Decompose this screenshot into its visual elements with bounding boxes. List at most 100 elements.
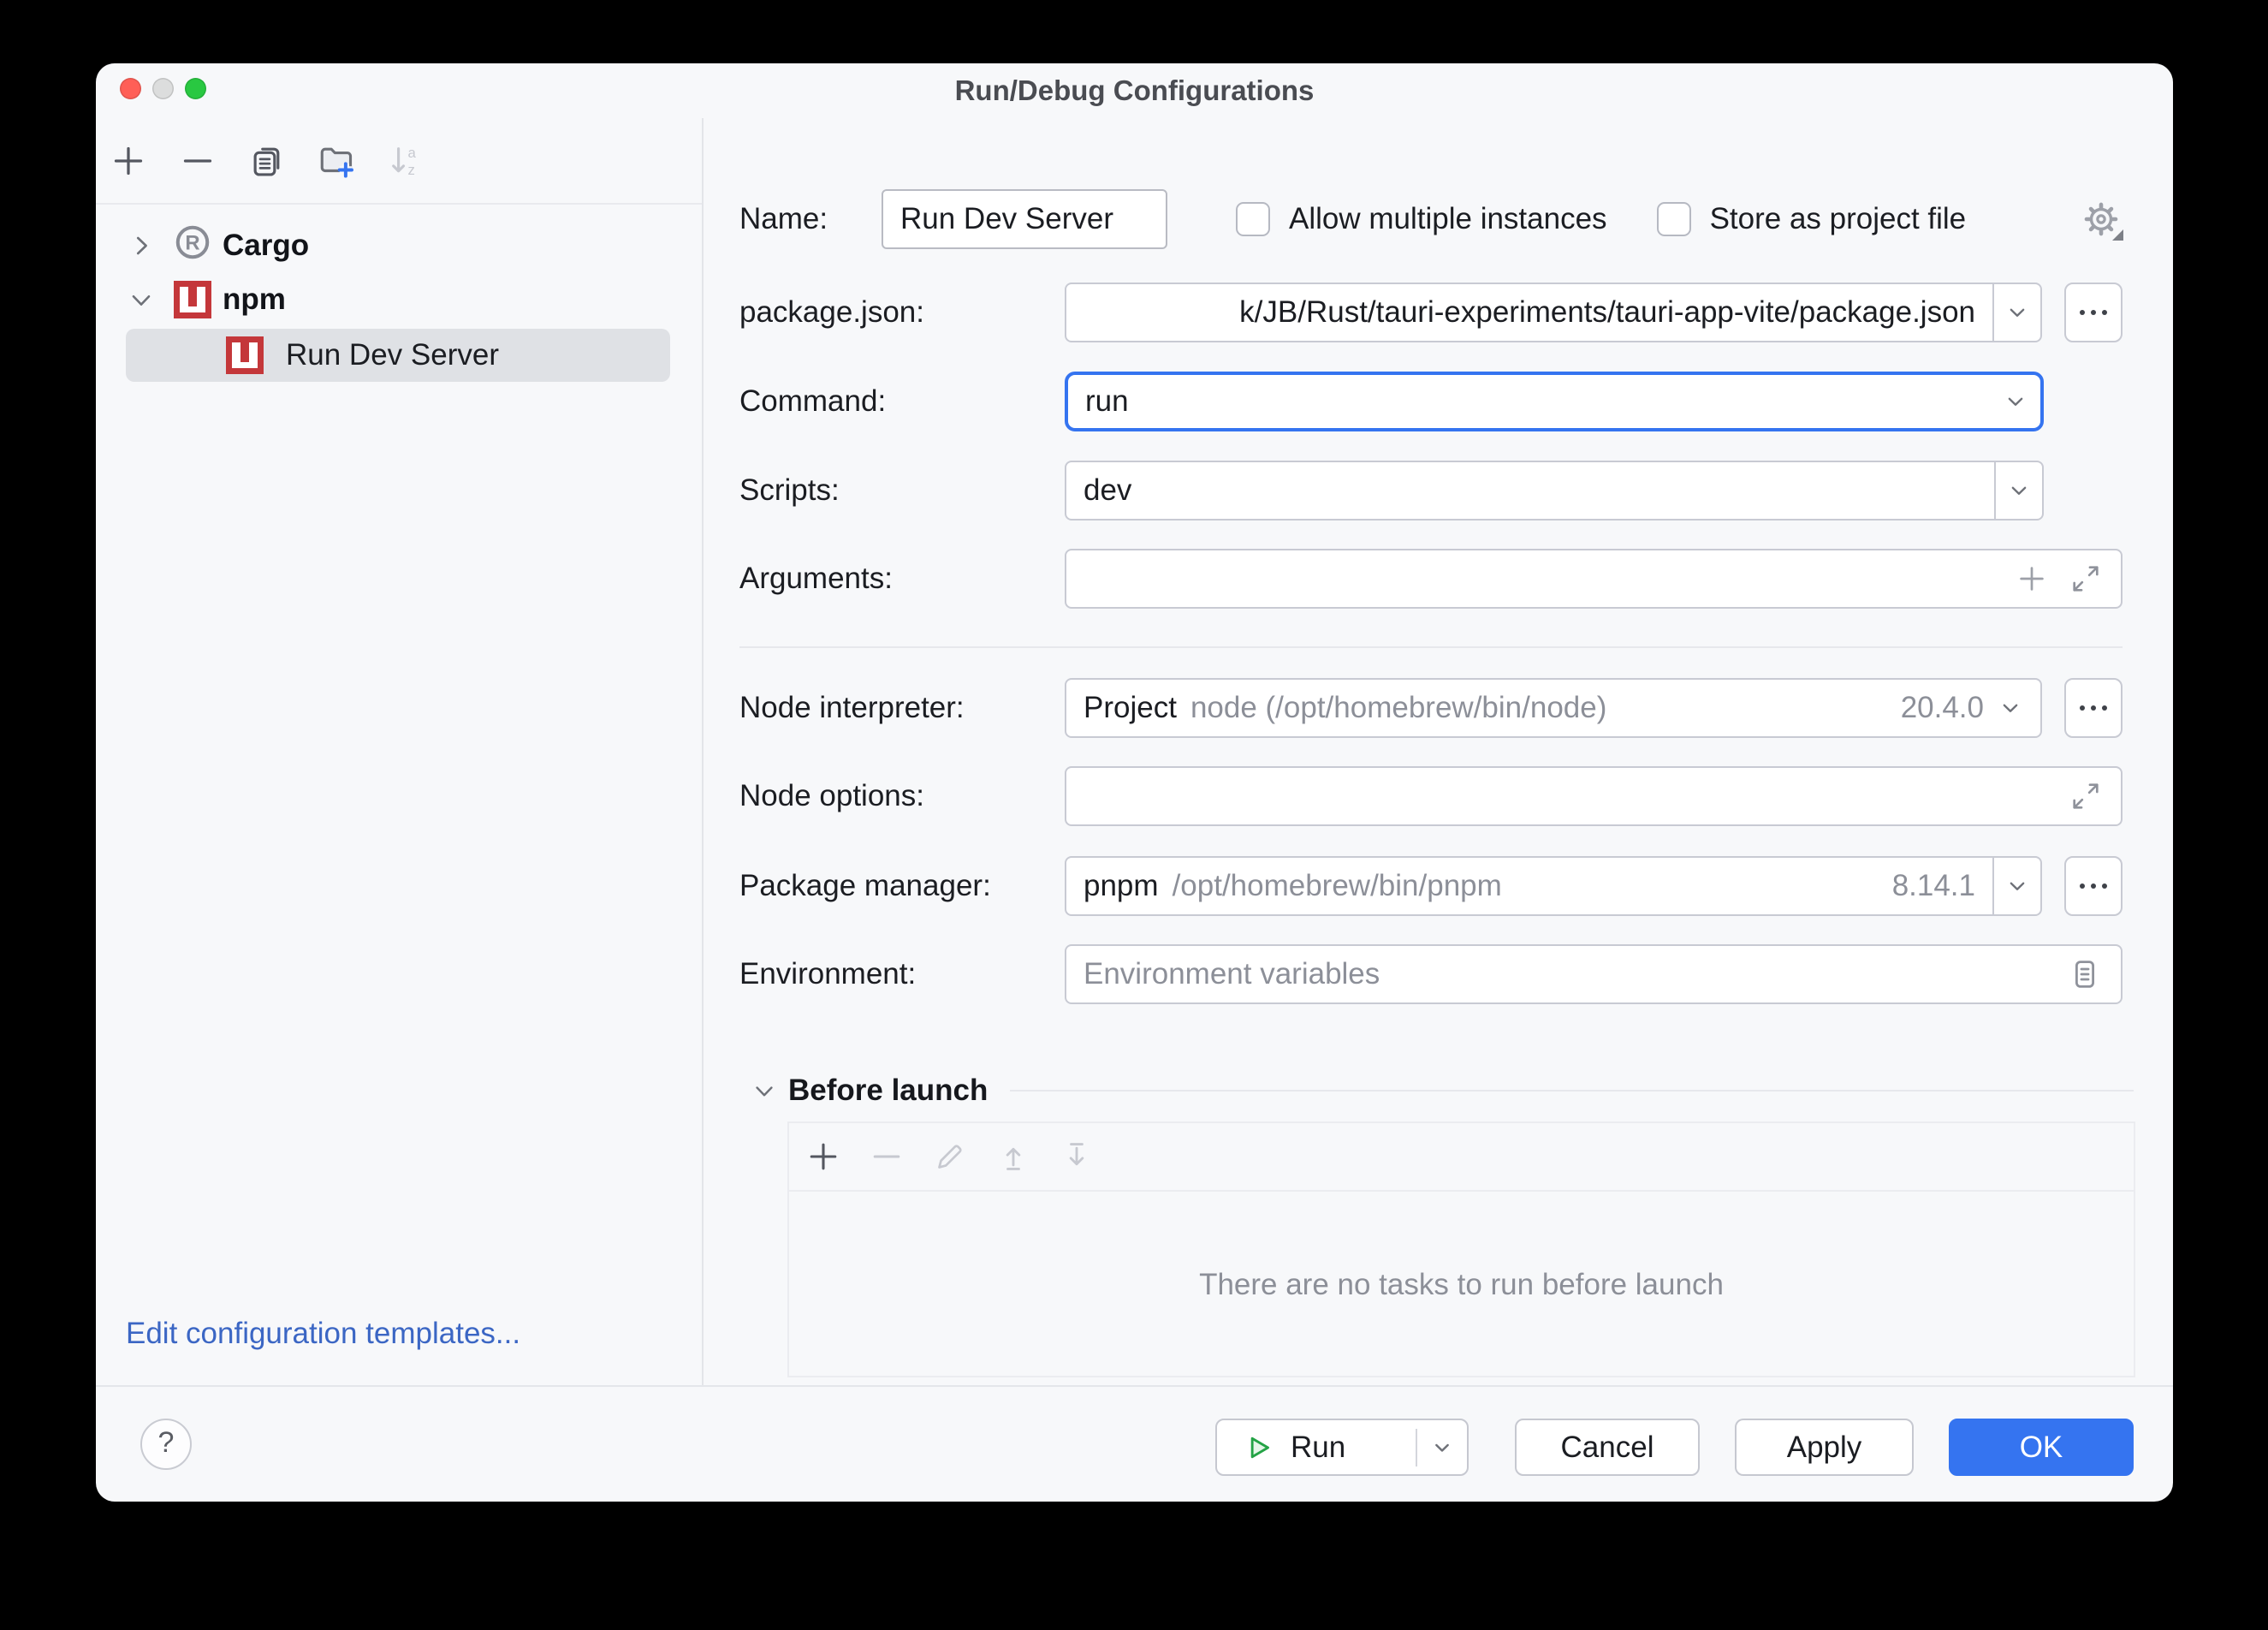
tree-item-label: npm xyxy=(223,283,286,317)
chevron-down-icon[interactable] xyxy=(752,1079,776,1103)
package-json-combobox[interactable]: k/JB/Rust/tauri-experiments/tauri-app-vi… xyxy=(1065,283,2042,342)
titlebar: Run/Debug Configurations xyxy=(96,63,2173,118)
command-combobox[interactable]: run xyxy=(1065,372,2044,431)
allow-multiple-instances-label[interactable]: Allow multiple instances xyxy=(1289,202,1607,236)
store-as-project-file-label[interactable]: Store as project file xyxy=(1710,202,1967,236)
new-folder-icon xyxy=(317,141,356,181)
node-interpreter-combobox[interactable]: Project node (/opt/homebrew/bin/node) 20… xyxy=(1065,678,2042,738)
package-manager-version: 8.14.1 xyxy=(1892,869,1975,903)
configurations-sidebar: a z R Cargo npm xyxy=(96,118,704,1387)
add-task-button[interactable] xyxy=(804,1138,842,1175)
command-label: Command: xyxy=(739,384,1065,419)
tree-item-npm[interactable]: npm xyxy=(128,273,286,326)
node-options-row: Node options: xyxy=(739,766,2123,826)
scripts-combobox[interactable]: dev xyxy=(1065,461,2044,521)
arguments-input[interactable] xyxy=(1065,549,2123,609)
expand-icon[interactable] xyxy=(2069,780,2102,812)
environment-label: Environment: xyxy=(739,957,1065,991)
edit-task-button xyxy=(931,1138,969,1175)
minimize-window-button xyxy=(152,78,174,99)
environment-input[interactable]: Environment variables xyxy=(1065,944,2123,1004)
before-launch-header[interactable]: Before launch xyxy=(752,1069,2134,1112)
before-launch-title: Before launch xyxy=(788,1074,988,1108)
allow-multiple-instances-checkbox[interactable] xyxy=(1236,202,1270,236)
chevron-down-icon[interactable] xyxy=(1998,695,2023,721)
node-interpreter-path: node (/opt/homebrew/bin/node) xyxy=(1190,691,1606,725)
run-button-label: Run xyxy=(1291,1431,1345,1465)
form-separator xyxy=(739,646,2123,648)
zoom-window-button[interactable] xyxy=(185,78,206,99)
sidebar-toolbar: a z xyxy=(96,118,702,205)
ok-button-label: OK xyxy=(2020,1431,2063,1465)
cancel-button[interactable]: Cancel xyxy=(1515,1419,1700,1476)
run-debug-configurations-dialog: Run/Debug Configurations xyxy=(96,63,2173,1502)
dialog-title: Run/Debug Configurations xyxy=(96,63,2173,118)
command-dropdown-arrow[interactable] xyxy=(1991,375,2040,428)
package-json-browse-button[interactable] xyxy=(2064,283,2123,342)
chevron-down-icon xyxy=(2004,300,2030,325)
help-button[interactable]: ? xyxy=(140,1419,192,1470)
scripts-label: Scripts: xyxy=(739,473,1065,508)
chevron-down-icon xyxy=(2004,873,2030,899)
dialog-footer: ? Run Cancel Apply OK xyxy=(96,1385,2173,1502)
before-launch-panel: There are no tasks to run before launch xyxy=(787,1121,2135,1377)
store-as-project-file-settings-button[interactable] xyxy=(2080,198,2123,241)
npm-icon xyxy=(174,281,211,318)
environment-row: Environment: Environment variables xyxy=(739,944,2123,1004)
expand-icon[interactable] xyxy=(2069,562,2102,595)
ok-button[interactable]: OK xyxy=(1949,1419,2134,1476)
scripts-dropdown-arrow[interactable] xyxy=(1994,462,2042,519)
help-icon: ? xyxy=(158,1426,175,1460)
command-row: Command: run xyxy=(739,372,2123,431)
package-manager-dropdown-arrow[interactable] xyxy=(1992,858,2040,914)
node-interpreter-label: Node interpreter: xyxy=(739,691,1065,725)
play-icon xyxy=(1243,1432,1274,1463)
add-configuration-button[interactable] xyxy=(110,142,147,180)
tree-item-label: Cargo xyxy=(223,229,309,263)
store-as-project-file-checkbox[interactable] xyxy=(1657,202,1691,236)
node-interpreter-version: 20.4.0 xyxy=(1901,691,1984,725)
package-manager-browse-button[interactable] xyxy=(2064,856,2123,916)
apply-button[interactable]: Apply xyxy=(1735,1419,1914,1476)
package-json-row: package.json: k/JB/Rust/tauri-experiment… xyxy=(739,283,2123,342)
remove-configuration-button[interactable] xyxy=(179,142,217,180)
node-interpreter-row: Node interpreter: Project node (/opt/hom… xyxy=(739,678,2123,738)
move-up-icon xyxy=(997,1140,1030,1173)
run-options-arrow[interactable] xyxy=(1417,1436,1467,1460)
remove-task-button xyxy=(868,1138,905,1175)
no-tasks-message: There are no tasks to run before launch xyxy=(1199,1268,1724,1302)
chevron-down-icon[interactable] xyxy=(128,287,154,312)
svg-text:a: a xyxy=(408,144,417,160)
name-input[interactable] xyxy=(882,189,1167,249)
chevron-down-icon xyxy=(1430,1436,1454,1460)
name-label: Name: xyxy=(739,202,882,236)
tree-item-cargo[interactable]: R Cargo xyxy=(128,219,309,272)
node-options-input[interactable] xyxy=(1065,766,2123,826)
npm-icon xyxy=(226,336,264,374)
minus-icon xyxy=(870,1140,903,1173)
close-window-button[interactable] xyxy=(120,78,141,99)
tree-item-label: Run Dev Server xyxy=(286,338,499,372)
node-interpreter-browse-button[interactable] xyxy=(2064,678,2123,738)
arguments-row: Arguments: xyxy=(739,549,2123,609)
ellipsis-icon xyxy=(2080,310,2107,315)
insert-macro-plus-icon[interactable] xyxy=(2016,563,2047,594)
apply-button-label: Apply xyxy=(1787,1431,1862,1465)
plus-icon xyxy=(111,144,145,178)
copy-configuration-button[interactable] xyxy=(248,142,286,180)
edit-configuration-templates-link[interactable]: Edit configuration templates... xyxy=(126,1317,520,1351)
env-list-icon[interactable] xyxy=(2068,957,2102,991)
chevron-right-icon[interactable] xyxy=(128,233,154,259)
package-json-dropdown-arrow[interactable] xyxy=(1992,284,2040,341)
command-value: run xyxy=(1085,384,1129,419)
new-folder-button[interactable] xyxy=(318,142,355,180)
gear-dropdown-triangle xyxy=(2112,229,2123,241)
sort-configurations-button: a z xyxy=(387,142,425,180)
run-split-button[interactable]: Run xyxy=(1215,1419,1469,1476)
node-interpreter-value: Project xyxy=(1084,691,1177,725)
configuration-form: Name: Allow multiple instances Store as … xyxy=(704,118,2173,1387)
copy-icon xyxy=(249,143,285,179)
plus-icon xyxy=(807,1140,840,1173)
package-manager-combobox[interactable]: pnpm /opt/homebrew/bin/pnpm 8.14.1 xyxy=(1065,856,2042,916)
tree-item-run-dev-server[interactable]: Run Dev Server xyxy=(126,329,670,382)
